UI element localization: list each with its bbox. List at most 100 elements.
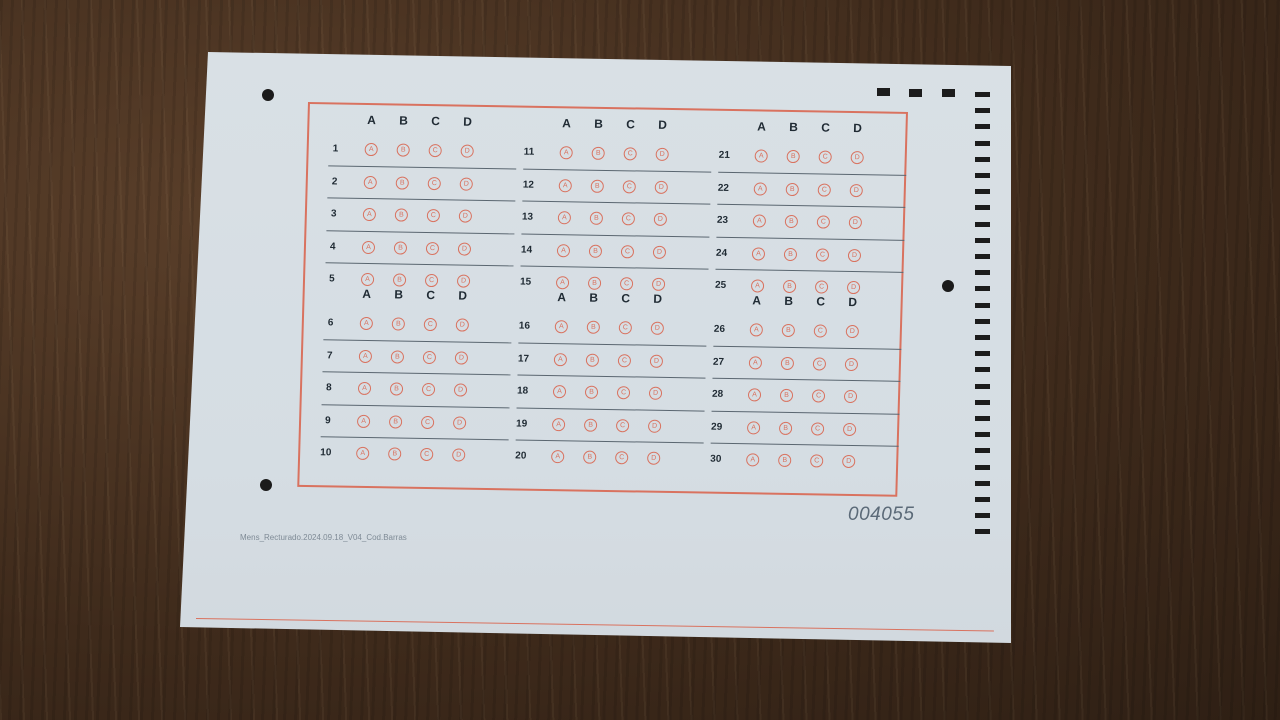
answer-bubble-b[interactable]: B xyxy=(590,179,604,193)
answer-bubble-b[interactable]: B xyxy=(392,273,407,287)
answer-bubble-c[interactable]: C xyxy=(810,421,825,436)
answer-bubble-b[interactable]: B xyxy=(779,388,794,403)
answer-bubble-c[interactable]: C xyxy=(616,386,631,400)
answer-bubble-b[interactable]: B xyxy=(781,323,796,338)
answer-bubble-d[interactable]: D xyxy=(649,354,664,368)
answer-bubble-c[interactable]: C xyxy=(427,176,441,190)
answer-bubble-d[interactable]: D xyxy=(651,277,666,291)
answer-bubble-a[interactable]: A xyxy=(551,450,565,464)
answer-bubble-c[interactable]: C xyxy=(620,244,635,258)
answer-bubble-c[interactable]: C xyxy=(421,382,436,397)
answer-bubble-d[interactable]: D xyxy=(453,383,468,397)
answer-bubble-c[interactable]: C xyxy=(615,451,629,465)
answer-bubble-a[interactable]: A xyxy=(358,349,373,363)
answer-bubble-c[interactable]: C xyxy=(615,418,630,432)
answer-bubble-d[interactable]: D xyxy=(654,180,668,194)
answer-bubble-d[interactable]: D xyxy=(647,419,662,433)
answer-bubble-c[interactable]: C xyxy=(424,273,439,288)
answer-bubble-b[interactable]: B xyxy=(389,382,404,396)
answer-bubble-b[interactable]: B xyxy=(388,447,402,461)
answer-bubble-c[interactable]: C xyxy=(811,389,826,403)
answer-bubble-a[interactable]: A xyxy=(551,417,566,431)
answer-bubble-a[interactable]: A xyxy=(554,320,569,334)
answer-bubble-a[interactable]: A xyxy=(746,453,760,467)
answer-bubble-c[interactable]: C xyxy=(621,212,636,226)
answer-bubble-a[interactable]: A xyxy=(362,207,377,222)
answer-bubble-d[interactable]: D xyxy=(648,386,663,400)
answer-bubble-b[interactable]: B xyxy=(783,247,798,261)
answer-bubble-a[interactable]: A xyxy=(359,316,374,331)
answer-bubble-d[interactable]: D xyxy=(843,389,858,404)
answer-bubble-b[interactable]: B xyxy=(778,453,792,468)
answer-bubble-c[interactable]: C xyxy=(816,215,831,229)
answer-bubble-a[interactable]: A xyxy=(750,279,765,293)
answer-bubble-b[interactable]: B xyxy=(583,418,598,432)
answer-bubble-d[interactable]: D xyxy=(459,177,473,191)
answer-bubble-b[interactable]: B xyxy=(586,320,601,334)
answer-bubble-b[interactable]: B xyxy=(396,143,410,157)
answer-bubble-c[interactable]: C xyxy=(423,317,438,332)
answer-bubble-a[interactable]: A xyxy=(555,276,570,290)
answer-bubble-d[interactable]: D xyxy=(848,215,863,230)
answer-bubble-c[interactable]: C xyxy=(817,182,831,197)
answer-bubble-a[interactable]: A xyxy=(357,381,372,396)
answer-bubble-c[interactable]: C xyxy=(422,350,437,364)
answer-bubble-d[interactable]: D xyxy=(454,350,469,365)
answer-bubble-a[interactable]: A xyxy=(747,388,762,402)
answer-bubble-b[interactable]: B xyxy=(785,182,799,196)
answer-bubble-c[interactable]: C xyxy=(813,324,828,338)
answer-bubble-a[interactable]: A xyxy=(557,211,572,225)
answer-bubble-d[interactable]: D xyxy=(456,274,471,288)
answer-bubble-a[interactable]: A xyxy=(749,323,764,337)
answer-bubble-d[interactable]: D xyxy=(652,245,667,259)
answer-bubble-b[interactable]: B xyxy=(584,385,599,399)
answer-bubble-b[interactable]: B xyxy=(588,244,603,258)
answer-bubble-c[interactable]: C xyxy=(420,415,435,429)
answer-bubble-b[interactable]: B xyxy=(786,149,800,164)
answer-bubble-d[interactable]: D xyxy=(653,212,668,226)
answer-bubble-d[interactable]: D xyxy=(452,448,466,462)
answer-bubble-a[interactable]: A xyxy=(356,446,370,461)
answer-bubble-b[interactable]: B xyxy=(393,240,408,255)
answer-bubble-d[interactable]: D xyxy=(455,318,470,332)
answer-bubble-d[interactable]: D xyxy=(647,451,661,465)
answer-bubble-a[interactable]: A xyxy=(364,142,378,157)
answer-bubble-a[interactable]: A xyxy=(751,246,766,261)
answer-bubble-b[interactable]: B xyxy=(390,349,405,364)
answer-bubble-c[interactable]: C xyxy=(618,321,633,335)
answer-bubble-d[interactable]: D xyxy=(842,422,857,436)
answer-bubble-b[interactable]: B xyxy=(391,317,406,331)
answer-bubble-a[interactable]: A xyxy=(558,178,572,192)
answer-bubble-b[interactable]: B xyxy=(591,146,605,160)
answer-bubble-a[interactable]: A xyxy=(752,214,767,228)
answer-bubble-a[interactable]: A xyxy=(753,181,767,196)
answer-bubble-c[interactable]: C xyxy=(622,179,636,193)
answer-bubble-d[interactable]: D xyxy=(842,454,856,469)
answer-bubble-c[interactable]: C xyxy=(428,144,442,158)
answer-bubble-a[interactable]: A xyxy=(559,146,573,160)
answer-bubble-d[interactable]: D xyxy=(849,183,863,197)
answer-bubble-d[interactable]: D xyxy=(846,280,861,295)
answer-bubble-a[interactable]: A xyxy=(363,175,377,189)
answer-bubble-d[interactable]: D xyxy=(457,241,472,256)
answer-bubble-b[interactable]: B xyxy=(589,211,604,225)
answer-bubble-b[interactable]: B xyxy=(778,421,793,435)
answer-bubble-a[interactable]: A xyxy=(746,420,761,434)
answer-bubble-d[interactable]: D xyxy=(650,321,665,335)
answer-bubble-b[interactable]: B xyxy=(784,214,799,229)
answer-bubble-d[interactable]: D xyxy=(850,151,864,165)
answer-bubble-b[interactable]: B xyxy=(585,353,600,367)
answer-bubble-a[interactable]: A xyxy=(356,414,371,428)
answer-bubble-a[interactable]: A xyxy=(361,240,376,254)
answer-bubble-a[interactable]: A xyxy=(360,272,375,287)
answer-bubble-b[interactable]: B xyxy=(587,276,602,290)
answer-bubble-b[interactable]: B xyxy=(782,279,797,294)
answer-bubble-b[interactable]: B xyxy=(388,414,403,429)
answer-bubble-d[interactable]: D xyxy=(847,248,862,262)
answer-bubble-b[interactable]: B xyxy=(583,450,597,464)
answer-bubble-c[interactable]: C xyxy=(815,247,830,262)
answer-bubble-c[interactable]: C xyxy=(617,353,632,367)
answer-bubble-c[interactable]: C xyxy=(818,150,832,164)
answer-bubble-a[interactable]: A xyxy=(754,149,768,163)
answer-bubble-d[interactable]: D xyxy=(844,357,859,371)
